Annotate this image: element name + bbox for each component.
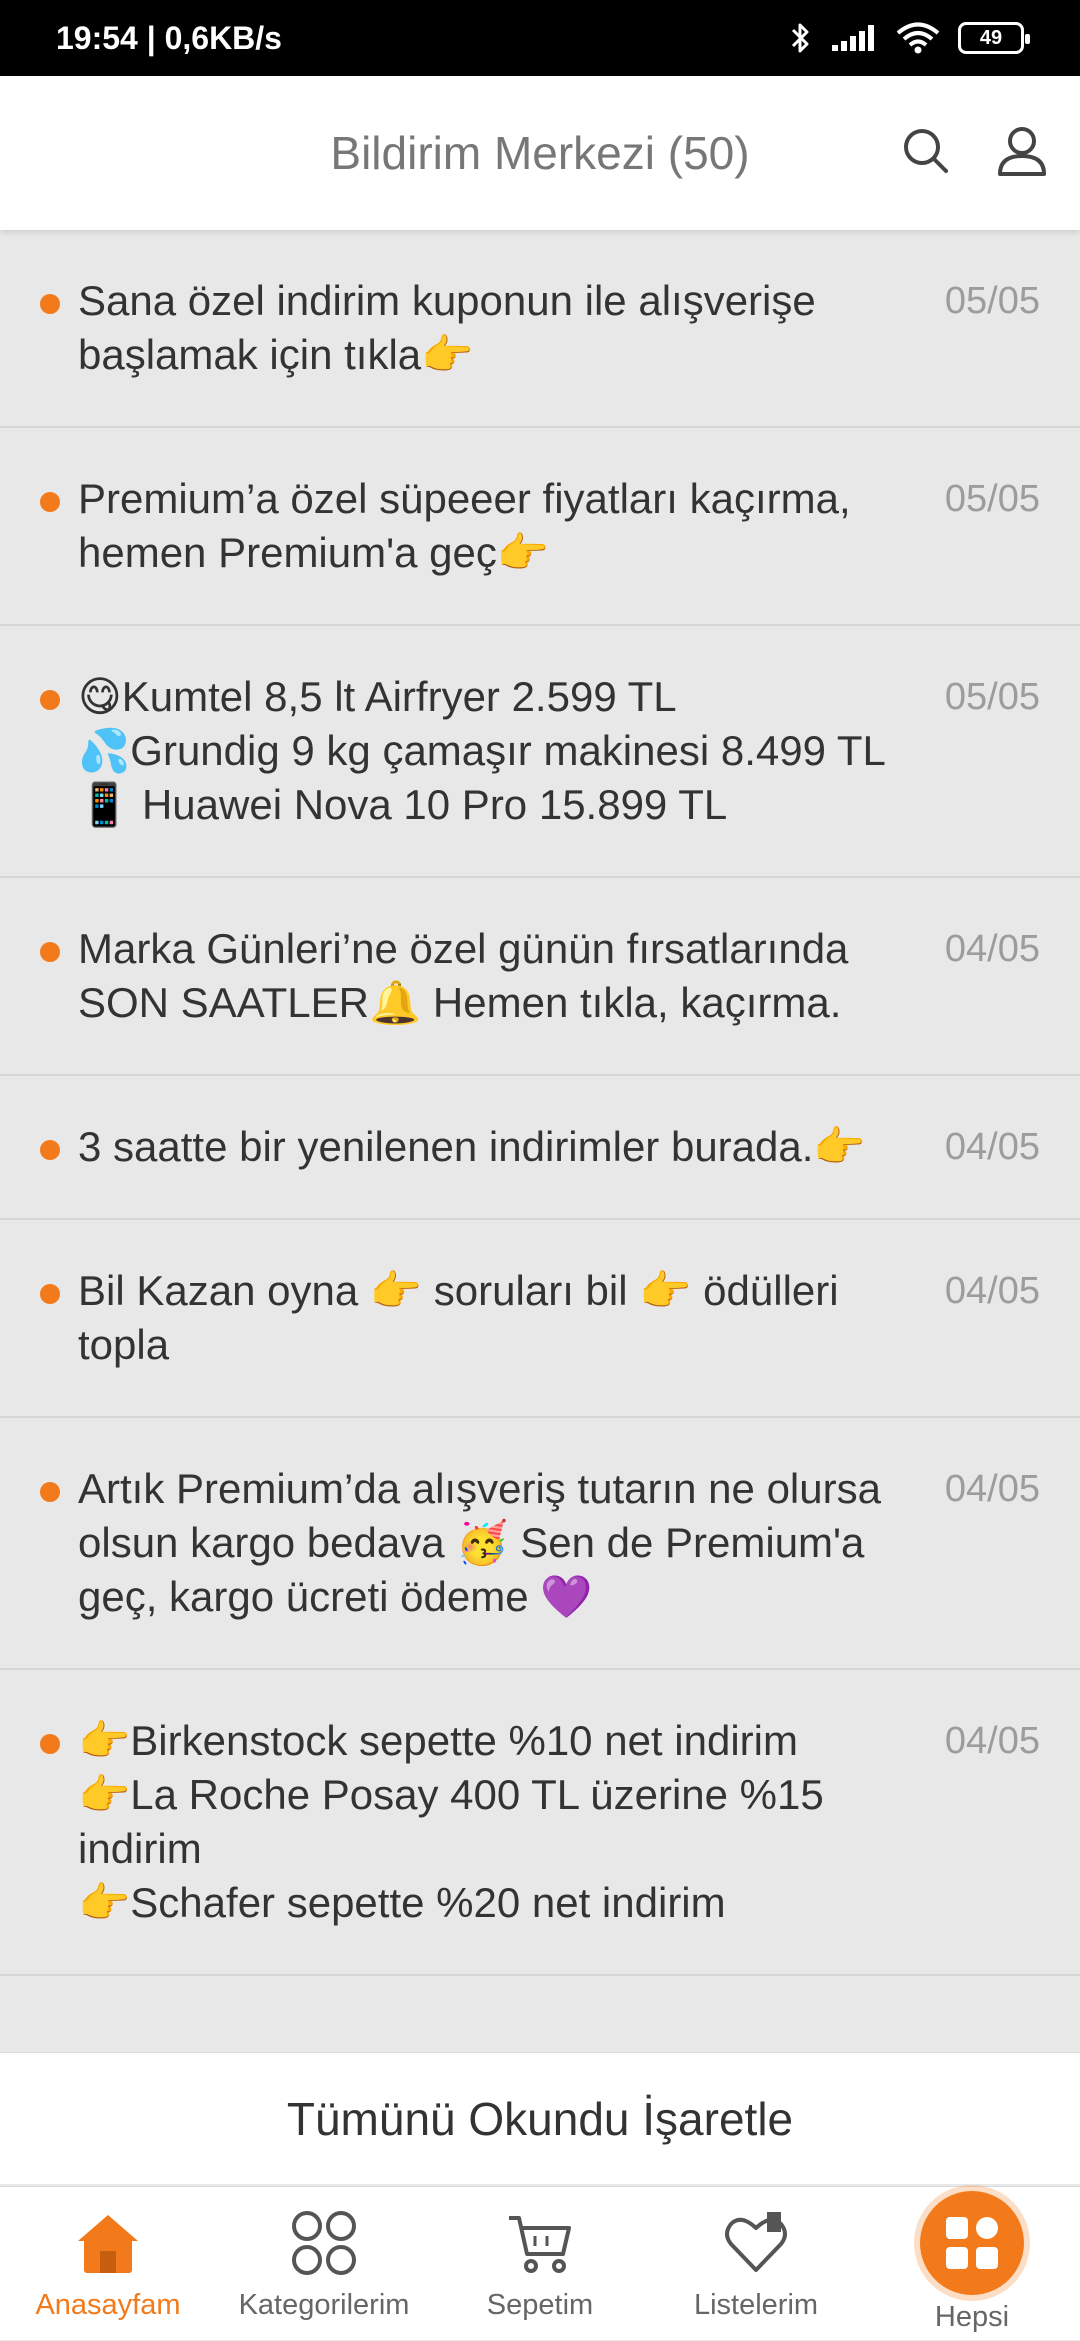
heart-list-icon <box>718 2205 794 2281</box>
unread-dot <box>40 492 60 512</box>
notification-date: 05/05 <box>944 478 1040 520</box>
nav-item-anasayfam[interactable]: Anasayfam <box>0 2187 216 2341</box>
profile-icon <box>995 124 1049 183</box>
notification-item[interactable]: Marka Günleri’ne özel günün fırsatlarınd… <box>0 878 1080 1076</box>
unread-dot <box>40 1734 60 1754</box>
status-time-speed: 19:54 | 0,6KB/s <box>56 19 282 56</box>
notification-date: 04/05 <box>944 1468 1040 1510</box>
notification-date: 05/05 <box>944 280 1040 322</box>
notification-item[interactable]: Sana özel indirim kuponun ile alışverişe… <box>0 230 1080 428</box>
unread-dot <box>40 1284 60 1304</box>
notification-text: 👉Birkenstock sepette %10 net indirim 👉La… <box>78 1717 824 1926</box>
profile-button[interactable] <box>992 123 1052 183</box>
notification-text: Marka Günleri’ne özel günün fırsatlarınd… <box>78 925 849 1026</box>
app-header: Bildirim Merkezi (50) <box>0 76 1080 230</box>
notification-text: Artık Premium’da alışveriş tutarın ne ol… <box>78 1465 881 1620</box>
battery-level: 49 <box>979 26 1003 49</box>
unread-dot <box>40 942 60 962</box>
notification-text: 3 saatte bir yenilenen indirimler burada… <box>78 1123 866 1170</box>
unread-dot <box>40 294 60 314</box>
nav-label: Anasayfam <box>35 2289 181 2321</box>
nav-label: Hepsi <box>934 2301 1010 2333</box>
nav-item-kategorilerim[interactable]: Kategorilerim <box>216 2187 432 2341</box>
notification-text: Sana özel indirim kuponun ile alışverişe… <box>78 277 816 378</box>
notification-date: 05/05 <box>944 676 1040 718</box>
notification-item[interactable]: Bil Kazan oyna 👉 soruları bil 👉 ödülleri… <box>0 1220 1080 1418</box>
nav-label: Listelerim <box>693 2289 819 2321</box>
status-icons: 49 <box>790 21 1030 55</box>
status-bar: 19:54 | 0,6KB/s 49 <box>0 0 1080 76</box>
notification-text: 😋Kumtel 8,5 lt Airfryer 2.599 TL 💦Grundi… <box>78 673 886 828</box>
nav-item-listelerim[interactable]: Listelerim <box>648 2187 864 2341</box>
bottom-navigation: Anasayfam Kategorilerim Sepetim Listeler… <box>0 2186 1080 2340</box>
unread-dot <box>40 690 60 710</box>
notification-date: 04/05 <box>944 1126 1040 1168</box>
mark-all-read-bar: Tümünü Okundu İşaretle <box>0 2052 1080 2184</box>
notification-text: Premium’a özel süpeeer fiyatları kaçırma… <box>78 475 851 576</box>
notification-list[interactable]: Sana özel indirim kuponun ile alışverişe… <box>0 230 1080 2050</box>
unread-dot <box>40 1482 60 1502</box>
notification-item[interactable]: Premium’a özel süpeeer fiyatları kaçırma… <box>0 428 1080 626</box>
notification-date: 04/05 <box>944 1270 1040 1312</box>
notification-item[interactable]: 3 saatte bir yenilenen indirimler burada… <box>0 1076 1080 1220</box>
search-icon <box>901 126 951 181</box>
home-icon <box>70 2205 146 2281</box>
all-grid-icon <box>920 2191 1024 2295</box>
cart-icon <box>502 2205 578 2281</box>
search-button[interactable] <box>896 123 956 183</box>
notification-date: 04/05 <box>944 1720 1040 1762</box>
nav-label: Kategorilerim <box>238 2289 410 2321</box>
categories-icon <box>286 2205 362 2281</box>
battery-icon: 49 <box>958 22 1030 54</box>
nav-item-hepsi[interactable]: Hepsi <box>864 2187 1080 2341</box>
nav-label: Sepetim <box>486 2289 594 2321</box>
notification-date: 04/05 <box>944 928 1040 970</box>
nav-item-sepetim[interactable]: Sepetim <box>432 2187 648 2341</box>
notification-text: Bil Kazan oyna 👉 soruları bil 👉 ödülleri… <box>78 1267 839 1368</box>
notification-item[interactable]: 👉Birkenstock sepette %10 net indirim 👉La… <box>0 1670 1080 1976</box>
notification-item[interactable]: Artık Premium’da alışveriş tutarın ne ol… <box>0 1418 1080 1670</box>
unread-dot <box>40 1140 60 1160</box>
signal-icon <box>830 23 878 53</box>
bluetooth-icon <box>790 21 812 55</box>
notification-item[interactable]: 😋Kumtel 8,5 lt Airfryer 2.599 TL 💦Grundi… <box>0 626 1080 878</box>
mark-all-read-button[interactable]: Tümünü Okundu İşaretle <box>287 2092 793 2146</box>
wifi-icon <box>896 22 940 54</box>
